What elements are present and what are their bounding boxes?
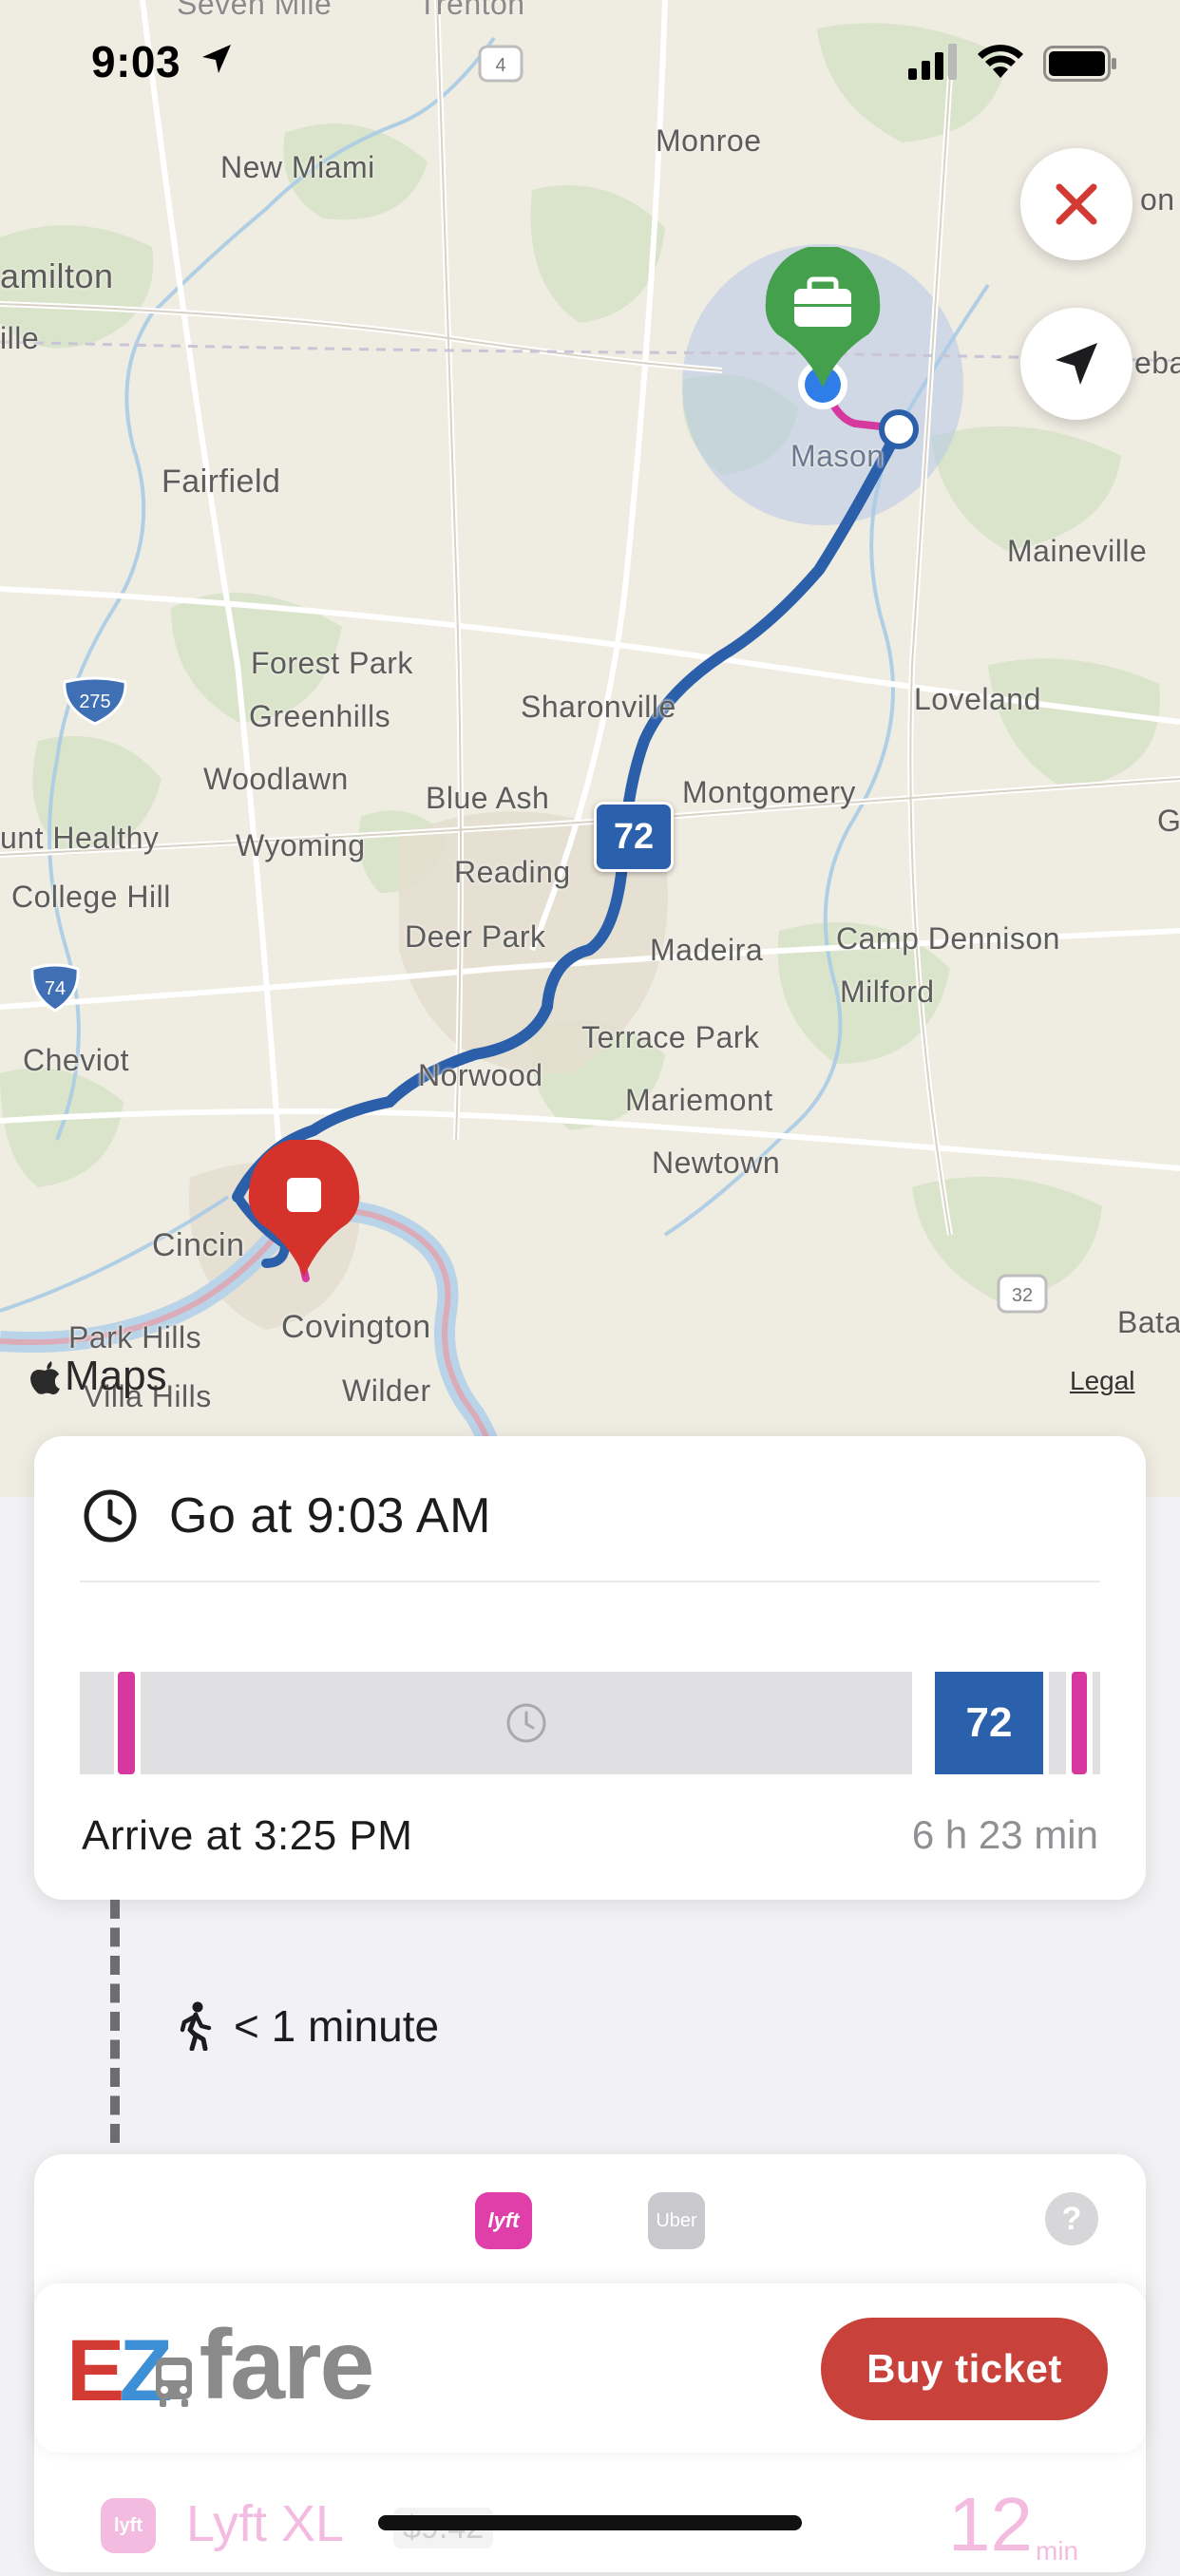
place-label: Cincin	[152, 1227, 245, 1263]
place-label: Norwood	[418, 1058, 543, 1092]
place-label: Bata	[1117, 1305, 1180, 1339]
trip-timeline: 72	[80, 1672, 1100, 1774]
us-32-shield: 32	[997, 1274, 1048, 1314]
stop-square-icon	[287, 1178, 321, 1212]
timeline-walk-segment	[118, 1672, 135, 1774]
ride-option-eta: 12	[948, 2482, 1033, 2567]
timeline-wait-segment	[80, 1672, 114, 1774]
place-label: Mariemont	[625, 1083, 773, 1117]
place-label: College Hill	[11, 880, 171, 914]
ride-option-name: Lyft XL	[186, 2495, 345, 2552]
place-label: Mason	[790, 439, 885, 473]
place-label: Park Hills	[68, 1320, 202, 1354]
place-label: Newtown	[652, 1146, 781, 1180]
ezfare-banner[interactable]: E Z fare Buy ticket	[34, 2283, 1146, 2453]
ezfare-logo-e: E	[67, 2322, 125, 2419]
timeline-wait-segment	[1093, 1672, 1100, 1774]
map-view[interactable]: Seven Mile Trenton Monroe New Miami amil…	[0, 0, 1180, 1497]
interstate-74-shield: 74	[30, 963, 80, 1013]
status-time: 9:03	[91, 37, 181, 86]
location-services-icon	[202, 45, 231, 73]
walk-connector-line	[110, 1900, 120, 2143]
place-label: Loveland	[914, 682, 1041, 716]
place-label: Maineville	[1007, 534, 1148, 568]
timeline-bus-segment: 72	[935, 1672, 1043, 1774]
place-label: Madeira	[650, 933, 764, 967]
divider	[80, 1581, 1100, 1582]
wifi-icon	[978, 45, 1023, 78]
ezfare-logo: E Z fare	[67, 2310, 375, 2420]
place-label: Montgomery	[682, 775, 856, 809]
timeline-wait-segment	[141, 1672, 912, 1774]
place-label: Forest Park	[251, 646, 413, 680]
place-label: Camp Dennison	[836, 921, 1060, 956]
uber-tab[interactable]: Uber	[648, 2192, 705, 2249]
close-x-icon	[1056, 183, 1097, 225]
ezfare-logo-fare: fare	[199, 2310, 375, 2420]
trip-summary-card[interactable]: Go at 9:03 AM 72 Arrive at 3:25 PM 6 h 2…	[34, 1436, 1146, 1900]
place-label: Seven Mile	[177, 0, 333, 21]
buy-ticket-button[interactable]: Buy ticket	[821, 2318, 1108, 2420]
place-label: ille	[0, 321, 40, 355]
arrival-time-label: Arrive at 3:25 PM	[82, 1812, 413, 1859]
place-label: Wyoming	[236, 828, 366, 862]
place-label: Cheviot	[23, 1043, 129, 1077]
place-label: Monroe	[656, 123, 762, 158]
place-label: Greenhills	[249, 699, 391, 733]
apple-logo-icon	[30, 1361, 60, 1395]
place-label: amilton	[0, 256, 114, 295]
lyft-tab[interactable]: lyft	[475, 2192, 532, 2249]
place-label: Milford	[840, 975, 935, 1009]
lyft-logo-icon: lyft	[101, 2498, 156, 2553]
maps-label: Maps	[65, 1353, 167, 1399]
shield-label: 32	[1012, 1285, 1033, 1306]
place-label: on	[1140, 182, 1175, 217]
place-label: Terrace Park	[581, 1020, 760, 1054]
place-label: Deer Park	[405, 919, 546, 954]
place-label: Reading	[454, 855, 571, 889]
origin-pin[interactable]	[760, 247, 885, 389]
place-label: eba	[1134, 346, 1180, 380]
shield-label: 74	[45, 978, 66, 999]
help-icon[interactable]: ?	[1045, 2192, 1098, 2245]
location-arrow-icon	[1056, 343, 1097, 385]
trip-duration-label: 6 h 23 min	[911, 1812, 1098, 1857]
maps-attribution: Maps	[29, 1353, 167, 1400]
battery-icon	[1043, 46, 1116, 82]
legal-link[interactable]: Legal	[1070, 1366, 1135, 1396]
shield-label: 275	[79, 691, 110, 712]
place-label: G	[1157, 804, 1180, 838]
bus-icon	[155, 2358, 192, 2407]
place-label: Woodlawn	[203, 762, 349, 796]
place-label: New Miami	[220, 150, 375, 184]
ride-option-eta-unit: min	[1036, 2536, 1079, 2566]
place-label: Fairfield	[162, 464, 281, 500]
locate-me-button[interactable]	[1020, 308, 1132, 420]
place-label: Wilder	[342, 1373, 431, 1408]
walking-person-icon	[180, 2001, 212, 2051]
departure-time-row[interactable]: Go at 9:03 AM	[82, 1487, 491, 1544]
clock-icon	[506, 1703, 546, 1743]
close-button[interactable]	[1020, 148, 1132, 260]
place-label: Sharonville	[521, 690, 676, 724]
walk-duration-label: < 1 minute	[234, 2001, 440, 2051]
timeline-walk-segment	[1072, 1672, 1087, 1774]
departure-time-label: Go at 9:03 AM	[169, 1488, 491, 1544]
clock-icon	[84, 1489, 137, 1543]
place-label: unt Healthy	[0, 821, 160, 855]
route-number-badge: 72	[594, 802, 674, 872]
place-label: Covington	[281, 1309, 431, 1345]
interstate-275-shield: 275	[63, 676, 127, 726]
destination-pin[interactable]	[245, 1140, 363, 1279]
place-label: Trenton	[418, 0, 525, 21]
place-label: Blue Ash	[426, 781, 550, 815]
home-indicator[interactable]	[378, 2515, 802, 2530]
timeline-wait-segment	[1049, 1672, 1066, 1774]
cellular-signal-icon	[908, 44, 957, 80]
walk-step: < 1 minute	[177, 2000, 439, 2052]
shield-label: 4	[495, 55, 505, 76]
us-4-shield: 4	[478, 45, 523, 83]
